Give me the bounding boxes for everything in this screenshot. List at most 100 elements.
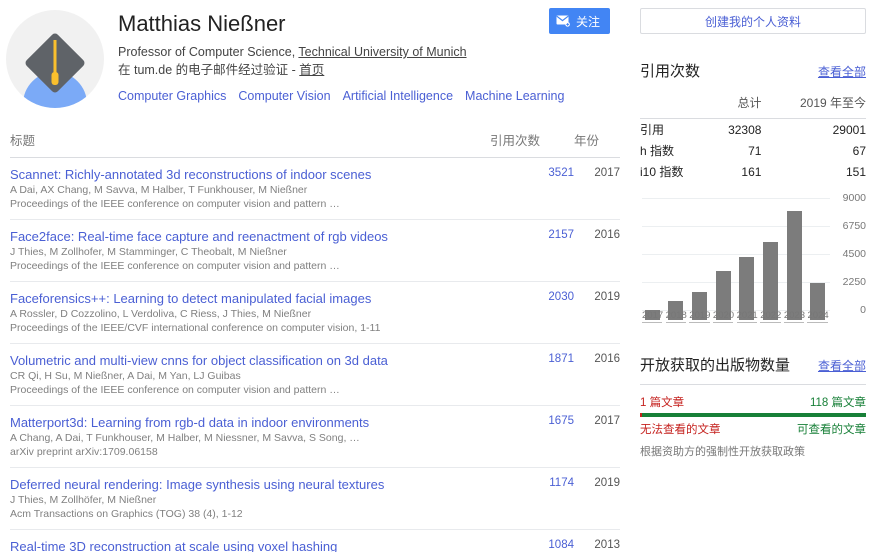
chart-x-tick-label[interactable]: 2022 — [760, 310, 781, 323]
open-access-unavailable-label[interactable]: 无法查看的文章 — [640, 421, 721, 437]
citations-header-total: 总计 — [708, 91, 762, 119]
chart-x-tick-label[interactable]: 2020 — [712, 310, 734, 323]
publication-cited-by[interactable]: 1084 — [490, 529, 574, 552]
open-access-note: 根据资助方的强制性开放获取政策 — [640, 446, 805, 458]
profile-info: Matthias Nießner Professor of Computer S… — [110, 8, 620, 108]
chart-x-tick-label[interactable]: 2017 — [642, 310, 663, 323]
publication-authors: A Chang, A Dai, T Funkhouser, M Halber, … — [10, 432, 360, 444]
publication-authors: J Thies, M Zollhofer, M Stamminger, C Th… — [10, 246, 287, 258]
publication-title-link[interactable]: Scannet: Richly-annotated 3d reconstruct… — [10, 167, 490, 183]
citations-title: 引用次数 — [640, 63, 701, 80]
publication-cited-by[interactable]: 2030 — [490, 281, 574, 344]
citations-metric-since: 29001 — [832, 122, 866, 137]
column-header-year[interactable]: 年份 — [574, 126, 620, 158]
publication-title-link[interactable]: Deferred neural rendering: Image synthes… — [10, 477, 490, 493]
interest-link-artificial-intelligence[interactable]: Artificial Intelligence — [343, 89, 453, 103]
profile-header: Matthias Nießner Professor of Computer S… — [0, 0, 632, 108]
follow-button-label: 关注 — [575, 14, 600, 29]
publication-title-link[interactable]: Volumetric and multi-view cnns for objec… — [10, 353, 490, 369]
citations-metric-total: 32308 — [728, 122, 762, 137]
interest-link-computer-vision[interactable]: Computer Vision — [238, 89, 330, 103]
chart-bar-column — [807, 208, 827, 320]
citations-table: 总计 2019 年至今 引用 32308 29001 h 指数 71 67 i10 指数 16… — [640, 91, 866, 182]
chart-y-tick-label: 0 — [860, 304, 866, 316]
publication-cited-by[interactable]: 3521 — [490, 157, 574, 220]
publication-year: 2017 — [574, 157, 620, 220]
table-row: Volumetric and multi-view cnns for objec… — [10, 343, 620, 406]
table-row: Scannet: Richly-annotated 3d reconstruct… — [10, 157, 620, 220]
interests-list: Computer Graphics Computer Vision Artifici… — [118, 87, 620, 105]
open-access-unavailable-count[interactable]: 1 篇文章 — [640, 394, 684, 410]
chart-gridline — [642, 198, 830, 199]
chart-y-tick-label: 2250 — [842, 276, 866, 288]
open-access-progress-bar — [640, 413, 866, 417]
chart-bar-column — [713, 208, 733, 320]
chart-bar[interactable] — [786, 210, 802, 320]
publication-year: 2016 — [574, 219, 620, 282]
citations-metric-total: 71 — [748, 143, 762, 158]
publication-cited-by[interactable]: 1174 — [490, 467, 574, 530]
publications-section: 标题 引用次数 年份 Scannet: Richly-annotated 3d … — [0, 126, 632, 552]
chart-bar-column — [642, 208, 662, 320]
open-access-divider — [640, 384, 866, 385]
follow-button[interactable]: 关注 — [548, 8, 610, 34]
publications-table-head: 标题 引用次数 年份 — [10, 126, 620, 158]
publication-venue: Acm Transactions on Graphics (TOG) 38 (4… — [10, 508, 243, 520]
sidebar: 创建我的个人资料 引用次数 查看全部 总计 2019 年至今 引用 32308 29… — [632, 0, 876, 552]
publication-authors: A Dai, AX Chang, M Savva, M Halber, T Fu… — [10, 184, 308, 196]
citations-view-all-link[interactable]: 查看全部 — [818, 63, 866, 80]
publication-cell: Scannet: Richly-annotated 3d reconstruct… — [10, 157, 490, 220]
open-access-available-count[interactable]: 118 篇文章 — [810, 394, 866, 410]
open-access-counts: 1 篇文章 118 篇文章 — [640, 394, 866, 410]
chart-x-tick-label[interactable]: 2021 — [736, 310, 758, 323]
publication-year: 2016 — [574, 343, 620, 406]
publication-year: 2017 — [574, 405, 620, 468]
interest-link-machine-learning[interactable]: Machine Learning — [465, 89, 564, 103]
publication-cell: Face2face: Real-time face capture and re… — [10, 219, 490, 282]
citations-header-blank — [640, 91, 709, 119]
citations-metric-total: 161 — [741, 164, 762, 179]
avatar[interactable] — [6, 10, 104, 108]
publication-title-link[interactable]: Matterport3d: Learning from rgb-d data i… — [10, 415, 490, 431]
affiliation-link[interactable]: Technical University of Munich — [298, 45, 466, 59]
citations-bar-chart: 0 2250 4500 6750 9000 2017 2018 2019 2020 2021 20… — [640, 192, 866, 323]
publications-table: 标题 引用次数 年份 Scannet: Richly-annotated 3d … — [10, 126, 620, 552]
chart-x-tick-label[interactable]: 2024 — [807, 310, 829, 323]
chart-x-tick-label[interactable]: 2018 — [665, 310, 687, 323]
scholar-profile-page: Matthias Nießner Professor of Computer S… — [0, 0, 876, 552]
publication-cited-by[interactable]: 2157 — [490, 219, 574, 282]
create-profile-button[interactable]: 创建我的个人资料 — [640, 8, 866, 34]
interest-link-computer-graphics[interactable]: Computer Graphics — [118, 89, 226, 103]
publications-table-body: Scannet: Richly-annotated 3d reconstruct… — [10, 157, 620, 552]
homepage-link[interactable]: 首页 — [299, 63, 324, 77]
chart-bar-column — [689, 208, 709, 320]
citations-metric-since: 151 — [845, 164, 866, 179]
open-access-available-label[interactable]: 可查看的文章 — [797, 421, 866, 437]
chart-x-tick-label[interactable]: 2019 — [689, 310, 710, 323]
open-access-view-all-link[interactable]: 查看全部 — [818, 357, 866, 374]
column-header-cited-by[interactable]: 引用次数 — [490, 126, 574, 158]
chart-y-tick-label: 6750 — [842, 220, 866, 232]
avatar-container — [6, 8, 110, 108]
publication-title-link[interactable]: Face2face: Real-time face capture and re… — [10, 229, 490, 245]
verified-email-line: 在 tum.de 的电子邮件经过验证 - 首页 — [118, 61, 620, 79]
citations-metric-label: 引用 — [640, 123, 665, 137]
publication-title-link[interactable]: Real-time 3D reconstruction at scale usi… — [10, 539, 490, 552]
column-header-title[interactable]: 标题 — [10, 126, 490, 158]
main-column: Matthias Nießner Professor of Computer S… — [0, 0, 632, 552]
publication-venue: Proceedings of the IEEE conference on co… — [10, 260, 340, 272]
chart-y-tick-label: 4500 — [842, 248, 866, 260]
publication-title-link[interactable]: Faceforensics++: Learning to detect mani… — [10, 291, 490, 307]
envelope-icon — [556, 15, 571, 27]
affiliation-line: Professor of Computer Science, Technical… — [118, 44, 620, 61]
chart-bar[interactable] — [762, 241, 778, 320]
chart-bar-column — [784, 208, 804, 320]
citations-metric-label: h 指数 — [640, 144, 675, 158]
publication-venue: Proceedings of the IEEE conference on co… — [10, 384, 340, 396]
chart-x-tick-label[interactable]: 2023 — [783, 310, 805, 323]
publication-venue: Proceedings of the IEEE/CVF internationa… — [10, 322, 381, 334]
publication-cell: Real-time 3D reconstruction at scale usi… — [10, 529, 490, 552]
publication-cited-by[interactable]: 1675 — [490, 405, 574, 468]
chart-bar-column — [760, 208, 780, 320]
publication-cited-by[interactable]: 1871 — [490, 343, 574, 406]
